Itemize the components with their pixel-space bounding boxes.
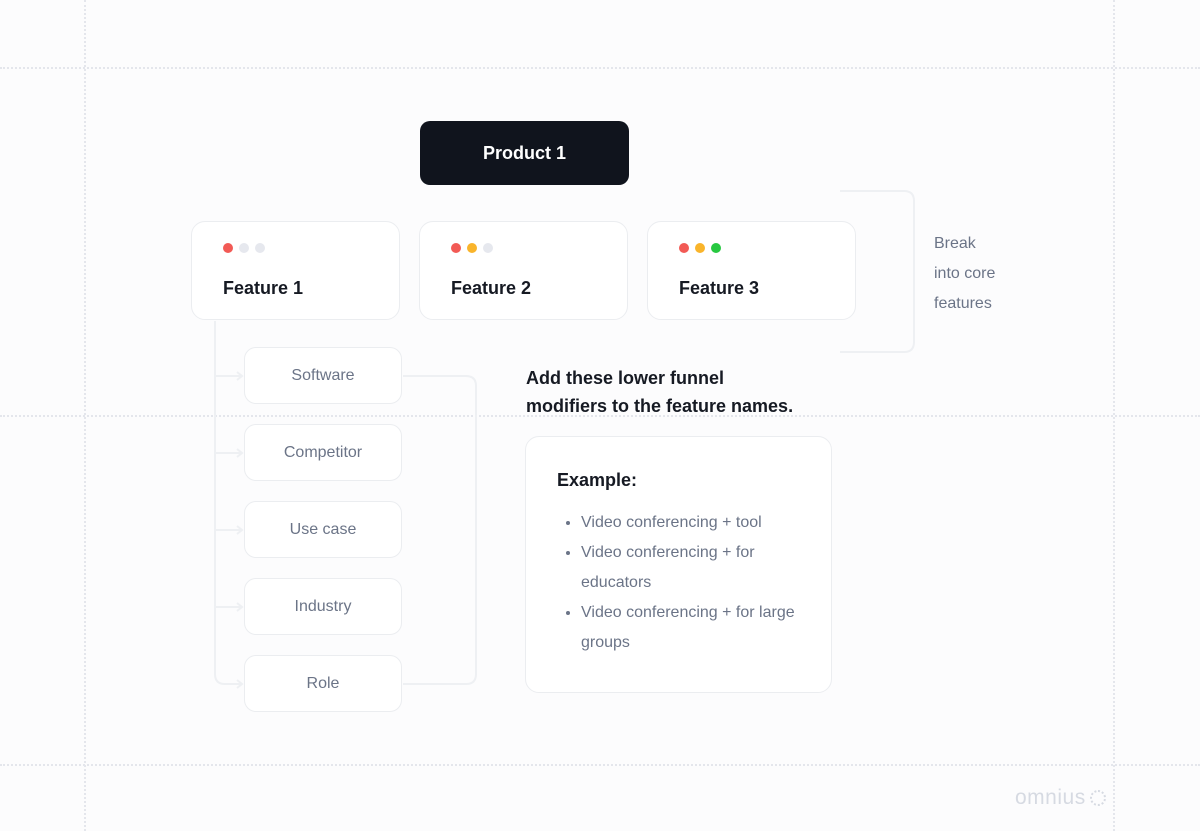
- side-note-line: Break: [934, 235, 976, 252]
- modifier-competitor: Competitor: [244, 424, 402, 481]
- arrow-software: [215, 371, 244, 381]
- status-dot: [451, 243, 461, 253]
- modifier-industry: Industry: [244, 578, 402, 635]
- feature1-trunk: [214, 321, 242, 685]
- product-node: Product 1: [420, 121, 629, 185]
- logo-text: omnius: [1015, 786, 1086, 809]
- logo: omnius: [1015, 786, 1106, 810]
- status-dots: [451, 243, 493, 253]
- instruction-line: Add these lower funnel: [526, 368, 725, 388]
- instruction-line: modifiers to the feature names.: [526, 396, 794, 416]
- modifier-role: Role: [244, 655, 402, 712]
- logo-mark-icon: [1089, 790, 1106, 806]
- example-title: Example:: [557, 470, 638, 490]
- example-item: Video conferencing + for large groups: [581, 598, 811, 658]
- example-list: Video conferencing + tool Video conferen…: [557, 508, 811, 658]
- modifiers-bracket: [403, 375, 477, 685]
- example-item: Video conferencing + for educators: [581, 538, 811, 598]
- status-dot: [679, 243, 689, 253]
- status-dot: [239, 243, 249, 253]
- feature-card: Feature 3: [647, 221, 856, 320]
- status-dots: [679, 243, 721, 253]
- status-dot: [695, 243, 705, 253]
- instruction-heading: Add these lower funnel modifiers to the …: [526, 364, 793, 420]
- feature-title: Feature 2: [451, 278, 532, 298]
- status-dot: [255, 243, 265, 253]
- status-dot: [483, 243, 493, 253]
- example-card: Example: Video conferencing + tool Video…: [525, 436, 832, 693]
- guide-line: [0, 67, 1200, 69]
- status-dot: [467, 243, 477, 253]
- guide-line: [1113, 0, 1115, 831]
- arrow-usecase: [215, 525, 244, 535]
- status-dot: [223, 243, 233, 253]
- side-note-line: into core: [934, 265, 996, 282]
- arrow-role: [236, 679, 244, 689]
- product-label: Product 1: [482, 142, 566, 163]
- arrow-competitor: [215, 448, 244, 458]
- arrow-industry: [215, 602, 244, 612]
- feature-title: Feature 3: [679, 278, 760, 298]
- example-item: Video conferencing + tool: [581, 508, 811, 538]
- modifier-use-case: Use case: [244, 501, 402, 558]
- side-note-line: features: [934, 295, 992, 312]
- feature-card: Feature 2: [419, 221, 628, 320]
- guide-line: [0, 764, 1200, 766]
- feature-card: Feature 1: [191, 221, 400, 320]
- feature-title: Feature 1: [223, 278, 304, 298]
- guide-line: [84, 0, 86, 831]
- status-dots: [223, 243, 265, 253]
- modifier-software: Software: [244, 347, 402, 404]
- side-note: Break into core features: [934, 229, 1024, 319]
- status-dot: [711, 243, 721, 253]
